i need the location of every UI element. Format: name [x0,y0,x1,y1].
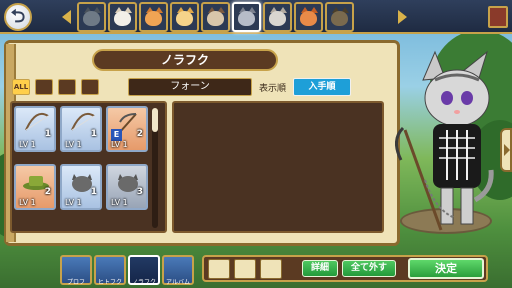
item-level: LV 1 [111,140,128,149]
item-level: LV 1 [19,140,36,149]
cat-thumbnail[interactable] [263,2,292,32]
item-count: 1 [90,129,97,139]
sort-button[interactable]: 入手順 [293,78,351,96]
item-card[interactable]: 2 LV 1 [14,164,56,210]
remove-all-button[interactable]: 全て外す [342,260,396,277]
category-selector[interactable]: フォーン [128,78,252,96]
cat-thumbnail[interactable] [232,2,261,32]
equip-slot-weapon[interactable] [208,259,230,279]
item-count: 1 [90,187,97,197]
filter-bar: ALL [12,79,99,95]
prev-cat-arrow-icon[interactable] [62,10,71,24]
item-level: LV 1 [111,198,128,207]
item-count: 3 [136,187,143,197]
filter-all-icon[interactable]: ALL [12,79,30,95]
cat-thumbnail[interactable] [108,2,137,32]
cat-thumbnail[interactable] [325,2,354,32]
sort-label: 表示順 [259,84,287,94]
cat-character[interactable] [395,40,495,240]
next-page-tab[interactable] [500,128,512,172]
cat-thumbnail[interactable] [201,2,230,32]
decide-button[interactable]: 決定 [408,258,484,279]
item-card[interactable]: 1 LV 1 [60,164,102,210]
equip-slot-charm[interactable] [260,259,282,279]
game-screen: ⮌ ★ ★ ノラフク ALL フォーン 表示順 入手順 1LV 11LV 1E2… [0,0,512,288]
cat-thumbnail[interactable] [77,2,106,32]
nav-tab[interactable]: プロフ [60,255,92,286]
item-card[interactable]: 1 LV 1 [14,106,56,152]
cat-thumbnail[interactable] [294,2,323,32]
back-button[interactable]: ⮌ [4,3,32,31]
item-count: 2 [44,187,51,197]
item-count: 2 [136,129,143,139]
item-card[interactable]: 1 LV 1 [60,106,102,152]
next-cat-arrow-icon[interactable] [398,10,407,24]
item-level: LV 1 [19,198,36,207]
nav-tab[interactable]: ヒトフク [94,255,126,286]
filter-costume-icon[interactable] [35,79,53,95]
item-count: 1 [44,129,51,139]
book-icon[interactable] [488,6,508,28]
bottom-nav: プロフ ヒトフク ノラフク アルバム [60,255,194,286]
filter-weapon-icon[interactable] [81,79,99,95]
item-level: LV 1 [65,140,82,149]
nav-tab[interactable]: ノラフク [128,255,160,286]
page-title: ノラフク [92,49,278,71]
filter-hat-icon[interactable] [58,79,76,95]
cat-thumbnail[interactable] [170,2,199,32]
nav-tab[interactable]: アルバム [162,255,194,286]
detail-button[interactable]: 詳細 [302,260,338,277]
scrollbar-thumb[interactable] [152,108,158,132]
cat-selector [77,2,354,32]
item-level: LV 1 [65,198,82,207]
cat-thumbnail[interactable] [139,2,168,32]
item-detail-panel [172,101,384,233]
equip-slot-hat[interactable] [234,259,256,279]
item-card[interactable]: 3 LV 1 [106,164,148,210]
item-card[interactable]: E 2 LV 1 [106,106,148,152]
